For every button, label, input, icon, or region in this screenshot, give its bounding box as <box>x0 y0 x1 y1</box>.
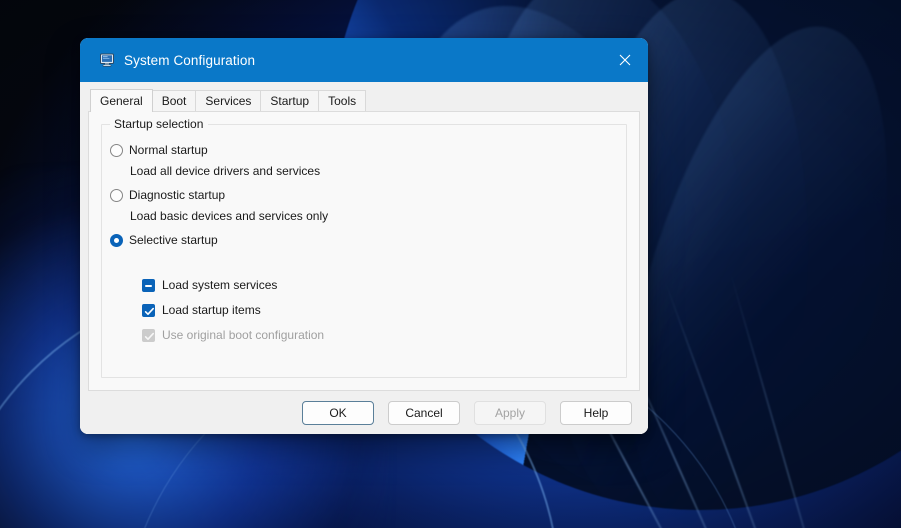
selective-startup-options: Load system services Load startup items <box>142 277 324 352</box>
checkbox-row-load-system-services[interactable]: Load system services <box>142 277 324 293</box>
computer-monitor-icon <box>99 52 115 68</box>
tab-startup[interactable]: Startup <box>260 90 320 111</box>
checkbox-row-use-original-boot-configuration: Use original boot configuration <box>142 327 324 343</box>
dialog-title: System Configuration <box>124 52 256 68</box>
radio-diagnostic-startup[interactable] <box>110 188 123 202</box>
desktop-background: System Configuration General Boot Servic… <box>0 0 901 528</box>
system-configuration-dialog: System Configuration General Boot Servic… <box>80 38 648 434</box>
checkbox-load-system-services-label: Load system services <box>162 278 278 292</box>
option-selective-startup[interactable]: Selective startup <box>110 232 218 248</box>
startup-selection-groupbox: Startup selection Normal startup Load al… <box>101 117 627 378</box>
dialog-body: General Boot Services Startup Tools Star… <box>80 82 648 434</box>
radio-diagnostic-startup-label: Diagnostic startup <box>129 188 226 202</box>
tab-page-general: Startup selection Normal startup Load al… <box>88 111 640 391</box>
checkbox-use-original-boot-configuration-label: Use original boot configuration <box>162 328 325 342</box>
diagnostic-startup-description: Load basic devices and services only <box>130 209 329 223</box>
help-button[interactable]: Help <box>560 400 632 425</box>
option-diagnostic-startup[interactable]: Diagnostic startup Load basic devices an… <box>110 187 328 223</box>
ok-button[interactable]: OK <box>302 400 374 425</box>
checkbox-use-original-boot-configuration <box>142 328 155 342</box>
startup-selection-label: Startup selection <box>110 117 209 131</box>
tab-boot[interactable]: Boot <box>151 90 197 111</box>
cancel-button[interactable]: Cancel <box>388 400 460 425</box>
radio-selective-startup-label: Selective startup <box>129 233 218 247</box>
checkbox-load-startup-items[interactable] <box>142 303 155 317</box>
wallpaper-ribbon-4 <box>729 270 861 528</box>
radio-normal-startup-label: Normal startup <box>129 143 208 157</box>
option-normal-startup[interactable]: Normal startup Load all device drivers a… <box>110 142 320 178</box>
radio-selective-startup[interactable] <box>110 233 123 247</box>
tab-services[interactable]: Services <box>195 90 262 111</box>
tab-general[interactable]: General <box>90 89 153 112</box>
dialog-footer: OK Cancel Apply Help <box>80 391 648 434</box>
dialog-titlebar[interactable]: System Configuration <box>80 38 648 82</box>
tab-tools[interactable]: Tools <box>318 90 367 111</box>
checkbox-load-startup-items-label: Load startup items <box>162 303 261 317</box>
apply-button: Apply <box>474 400 546 425</box>
normal-startup-description: Load all device drivers and services <box>130 164 321 178</box>
wallpaper-ribbon-3 <box>664 280 824 528</box>
tab-strip: General Boot Services Startup Tools <box>80 89 648 112</box>
checkbox-load-system-services[interactable] <box>142 278 155 292</box>
radio-normal-startup[interactable] <box>110 143 123 157</box>
close-icon[interactable] <box>602 38 648 82</box>
checkbox-row-load-startup-items[interactable]: Load startup items <box>142 302 324 318</box>
